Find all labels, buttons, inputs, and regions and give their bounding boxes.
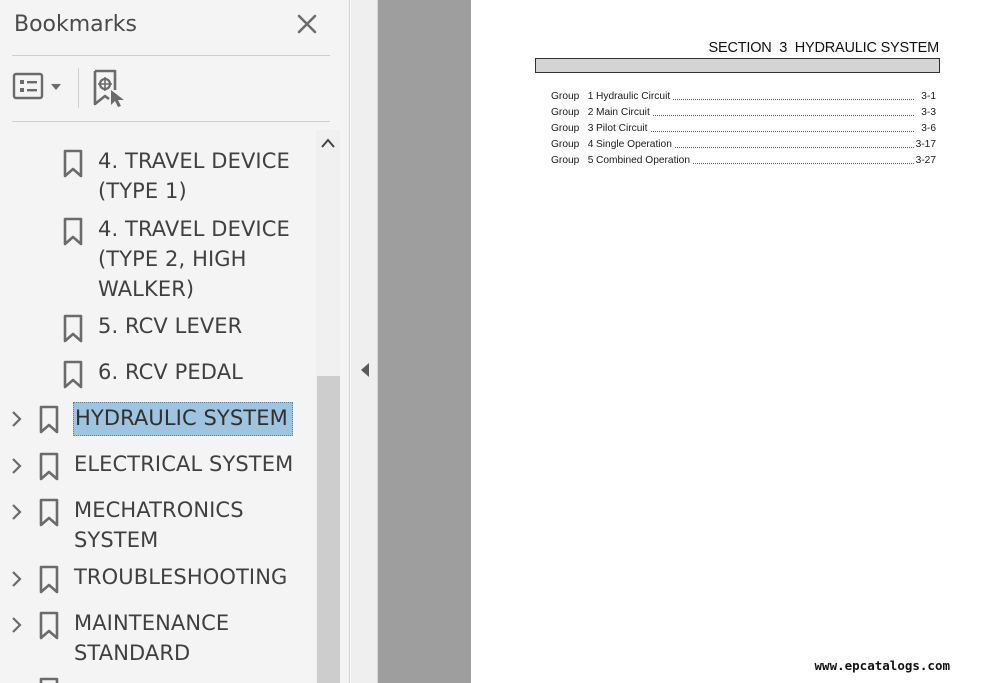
bookmark-icon [39,565,59,594]
bookmark-icon [39,452,59,481]
bookmarks-panel: Bookmarks 4. TRAVEL DEVICE (TYPE 1) 4. T… [0,0,350,683]
panel-collapse-strip [351,0,378,683]
chevron-down-icon [51,84,61,90]
toc-page: 3-1 [919,91,936,102]
bookmark-icon [63,149,83,178]
toc-title: Single Operation [596,139,674,150]
list-options-icon [12,72,61,100]
toc-page: 3-3 [919,107,936,118]
header-divider [12,55,330,56]
bookmarks-toolbar [0,62,349,114]
toc-title: Pilot Circuit [596,123,650,134]
new-bookmark-icon [93,69,124,107]
chevron-right-icon[interactable] [8,614,26,636]
bookmark-label: 5. RCV LEVER [98,314,243,338]
bookmark-icon [63,314,83,343]
toc-row[interactable]: Group 3 Pilot Circuit 3-6 [551,123,936,139]
bookmark-label: 4. TRAVEL DEVICE (TYPE 1) [98,149,290,203]
bookmarks-header: Bookmarks [0,0,349,55]
document-page: SECTION 3 HYDRAULIC SYSTEM Group 1 Hydra… [471,0,1000,683]
bookmarks-title: Bookmarks [14,12,137,37]
scroll-up-arrow-icon[interactable] [320,136,336,150]
toc-group: Group 3 [551,123,594,134]
toc-group: Group 2 [551,107,594,118]
bookmark-scrollbar[interactable] [316,130,340,683]
bookmark-icon [39,677,59,683]
bookmark-icon [39,498,59,527]
bookmark-label: TROUBLESHOOTING [74,565,288,589]
toc-group: Group 1 [551,91,594,102]
bookmark-label: 4. TRAVEL DEVICE (TYPE 2, HIGH WALKER) [98,217,290,301]
section-title-bar [535,58,940,73]
toc-group: Group 5 [551,155,594,166]
bookmark-label: MECHATRONICS SYSTEM [74,498,244,552]
toc-row[interactable]: Group 4 Single Operation 3-17 [551,139,936,155]
toc-title: Combined Operation [596,155,693,166]
toc-row[interactable]: Group 5 Combined Operation 3-27 [551,155,936,171]
bookmark-icon [39,611,59,640]
scrollbar-thumb[interactable] [317,376,340,683]
toolbar-divider [78,68,79,108]
collapse-panel-arrow-icon[interactable] [358,360,372,380]
bookmark-icon [63,217,83,246]
options-menu-button[interactable] [12,71,66,105]
bookmark-label: 6. RCV PEDAL [98,360,243,384]
chevron-right-icon[interactable] [8,455,26,477]
toc-page: 3-17 [913,139,936,150]
toc-row[interactable]: Group 2 Main Circuit 3-3 [551,107,936,123]
watermark-text: www.epcatalogs.com [814,658,950,673]
bookmark-icon [63,360,83,389]
bookmark-tree: 4. TRAVEL DEVICE (TYPE 1) 4. TRAVEL DEVI… [0,130,316,683]
new-bookmark-button[interactable] [90,68,130,108]
chevron-right-icon[interactable] [8,568,26,590]
toc-page: 3-27 [913,155,936,166]
chevron-right-icon[interactable] [8,501,26,523]
document-background [378,0,471,683]
toc-group: Group 4 [551,139,594,150]
chevron-right-icon[interactable] [8,408,26,430]
toolbar-divider-bottom [12,121,330,122]
table-of-contents: Group 1 Hydraulic Circuit 3-1 Group 2 Ma… [551,91,936,171]
bookmark-icon [39,405,59,434]
close-icon[interactable] [292,9,322,39]
toc-title: Main Circuit [596,107,652,118]
bookmark-label: ELECTRICAL SYSTEM [74,452,294,476]
toc-title: Hydraulic Circuit [596,91,673,102]
section-title: SECTION 3 HYDRAULIC SYSTEM [708,40,940,56]
bookmark-label: HYDRAULIC SYSTEM [73,402,293,436]
toc-page: 3-6 [919,123,936,134]
toc-row[interactable]: Group 1 Hydraulic Circuit 3-1 [551,91,936,107]
bookmark-label: MAINTENANCE STANDARD [74,611,230,665]
